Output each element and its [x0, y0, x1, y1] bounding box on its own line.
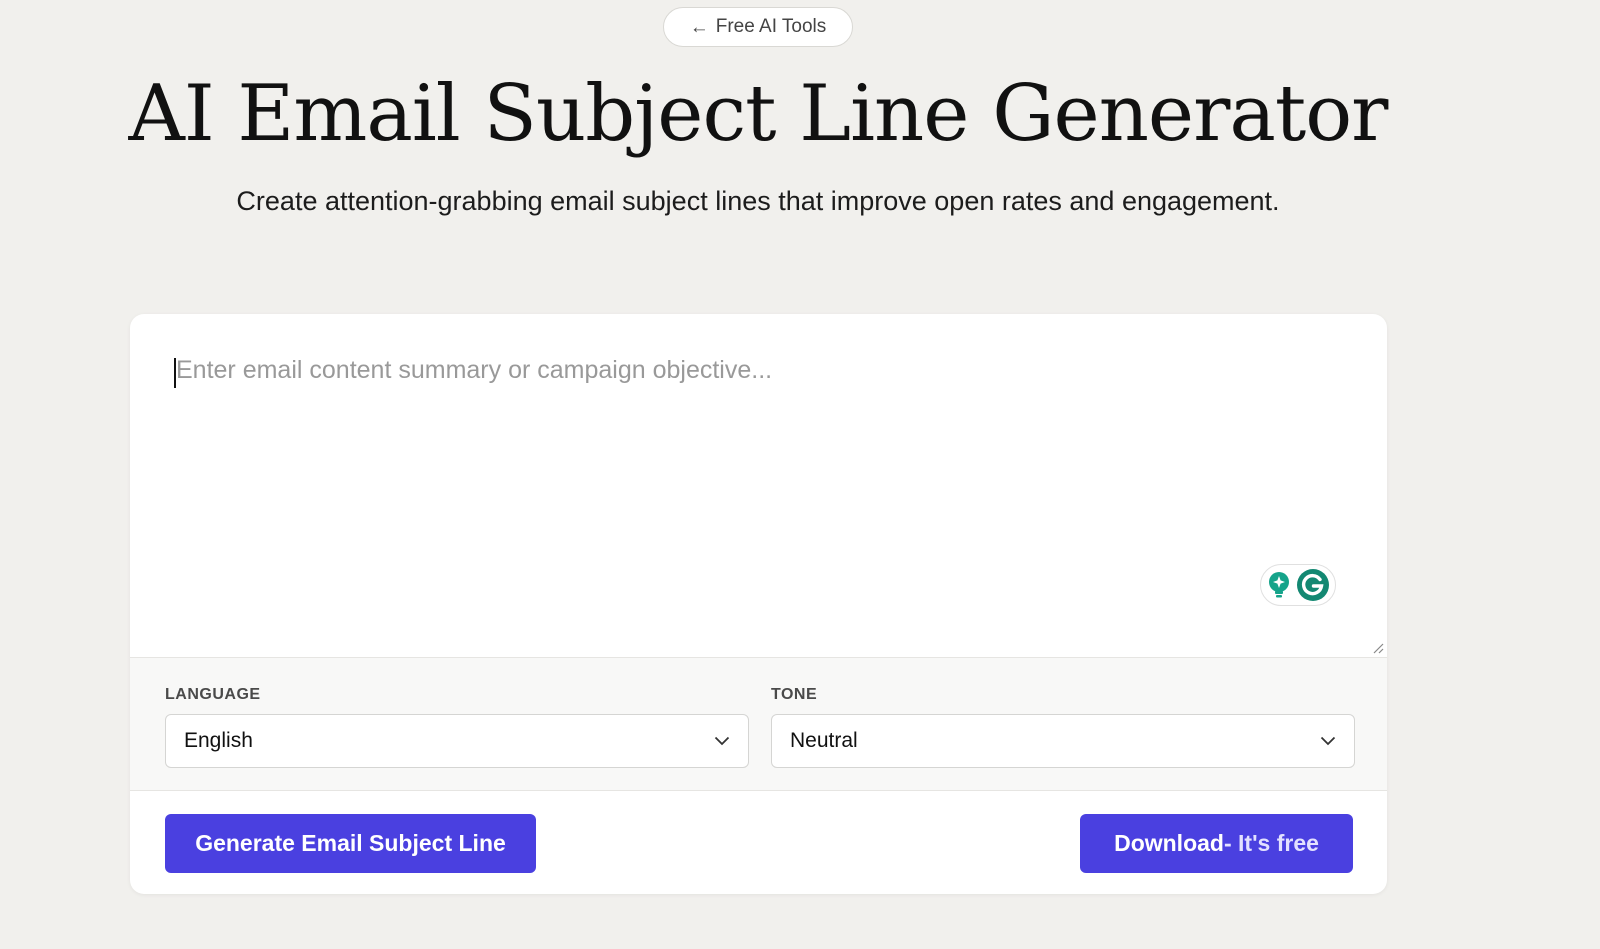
grammarly-widget[interactable]	[1260, 564, 1336, 606]
back-to-free-ai-tools-link[interactable]: ← Free AI Tools	[663, 7, 853, 47]
chevron-down-icon	[1320, 736, 1336, 746]
lightbulb-icon	[1269, 572, 1289, 598]
back-link-label: Free AI Tools	[715, 16, 827, 37]
tone-selected-value: Neutral	[790, 729, 858, 752]
language-select[interactable]: English	[165, 714, 749, 768]
email-content-textarea[interactable]: Enter email content summary or campaign …	[130, 314, 1387, 658]
language-label: LANGUAGE	[165, 686, 261, 703]
resize-handle-icon[interactable]	[1372, 642, 1384, 654]
download-free-suffix: - It's free	[1223, 830, 1319, 856]
page-title: AI Email Subject Line Generator	[128, 69, 1389, 159]
tone-label: TONE	[771, 686, 818, 703]
page-subtitle: Create attention-grabbing email subject …	[236, 186, 1280, 216]
generator-card: Enter email content summary or campaign …	[130, 314, 1387, 894]
chevron-down-icon	[714, 736, 730, 746]
language-selected-value: English	[184, 729, 253, 752]
options-panel: LANGUAGE English TONE Neutral	[130, 658, 1387, 791]
arrow-left-icon: ←	[689, 16, 709, 38]
download-button[interactable]: Download - It's free	[1080, 814, 1353, 873]
download-label: Download	[1114, 830, 1224, 856]
tone-select[interactable]: Neutral	[771, 714, 1355, 768]
generate-button[interactable]: Generate Email Subject Line	[165, 814, 536, 873]
grammarly-icon	[1297, 569, 1329, 601]
textarea-placeholder: Enter email content summary or campaign …	[176, 356, 773, 384]
